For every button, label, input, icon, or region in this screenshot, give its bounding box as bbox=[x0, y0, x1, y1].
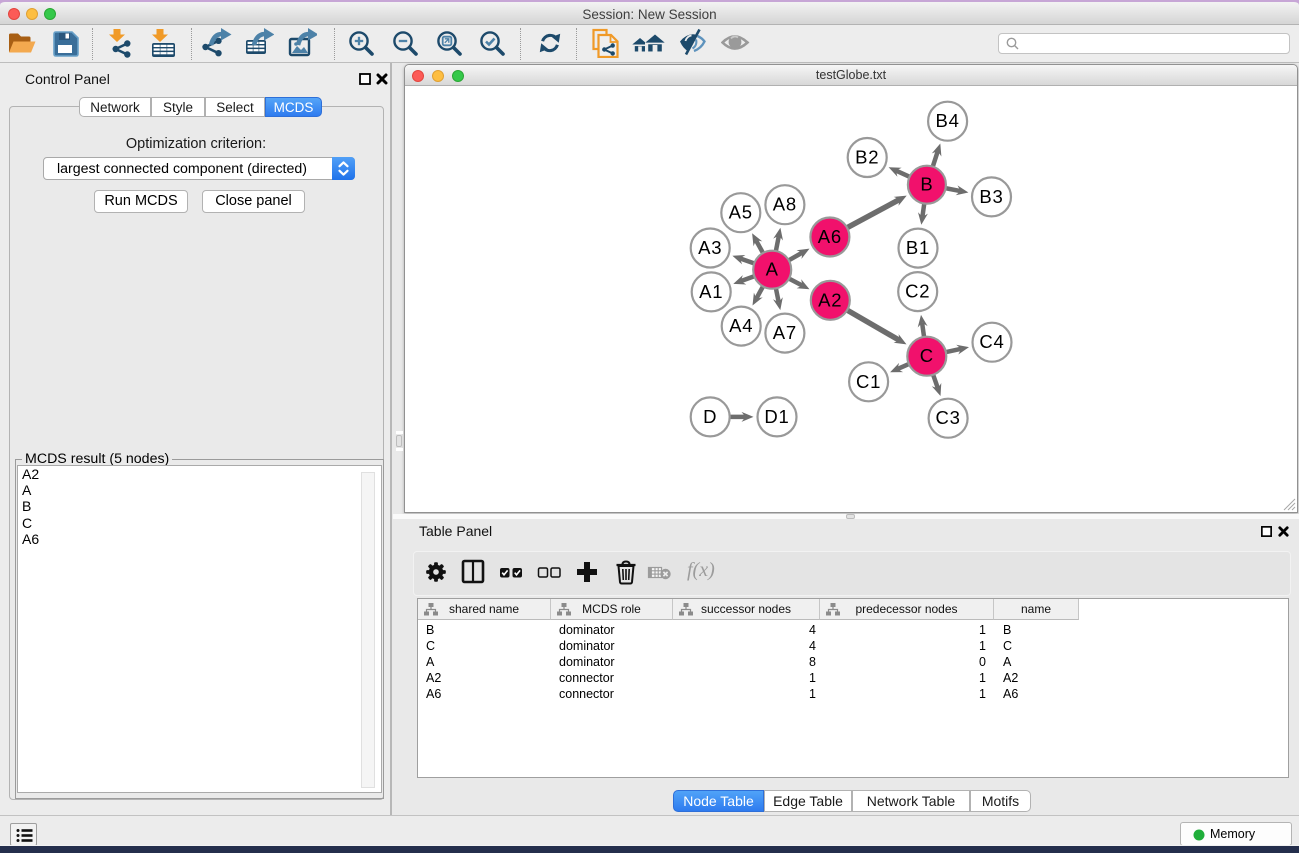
svg-text:C: C bbox=[920, 345, 934, 366]
svg-text:B3: B3 bbox=[979, 186, 1003, 207]
svg-text:A6: A6 bbox=[818, 226, 842, 247]
svg-text:D: D bbox=[703, 406, 717, 427]
svg-text:C2: C2 bbox=[905, 281, 930, 302]
svg-text:C1: C1 bbox=[856, 371, 881, 392]
svg-text:B1: B1 bbox=[906, 237, 930, 258]
svg-text:B4: B4 bbox=[935, 110, 959, 131]
svg-text:C3: C3 bbox=[935, 407, 960, 428]
svg-text:A8: A8 bbox=[773, 194, 797, 215]
svg-text:A: A bbox=[766, 259, 779, 280]
svg-text:C4: C4 bbox=[979, 331, 1004, 352]
svg-text:B: B bbox=[920, 174, 933, 195]
svg-text:A1: A1 bbox=[699, 281, 723, 302]
svg-text:D1: D1 bbox=[764, 406, 789, 427]
svg-text:A7: A7 bbox=[773, 322, 797, 343]
svg-text:A5: A5 bbox=[729, 202, 753, 223]
svg-text:A4: A4 bbox=[729, 315, 753, 336]
svg-text:A3: A3 bbox=[698, 237, 722, 258]
svg-text:B2: B2 bbox=[855, 147, 879, 168]
svg-text:A2: A2 bbox=[818, 289, 842, 310]
